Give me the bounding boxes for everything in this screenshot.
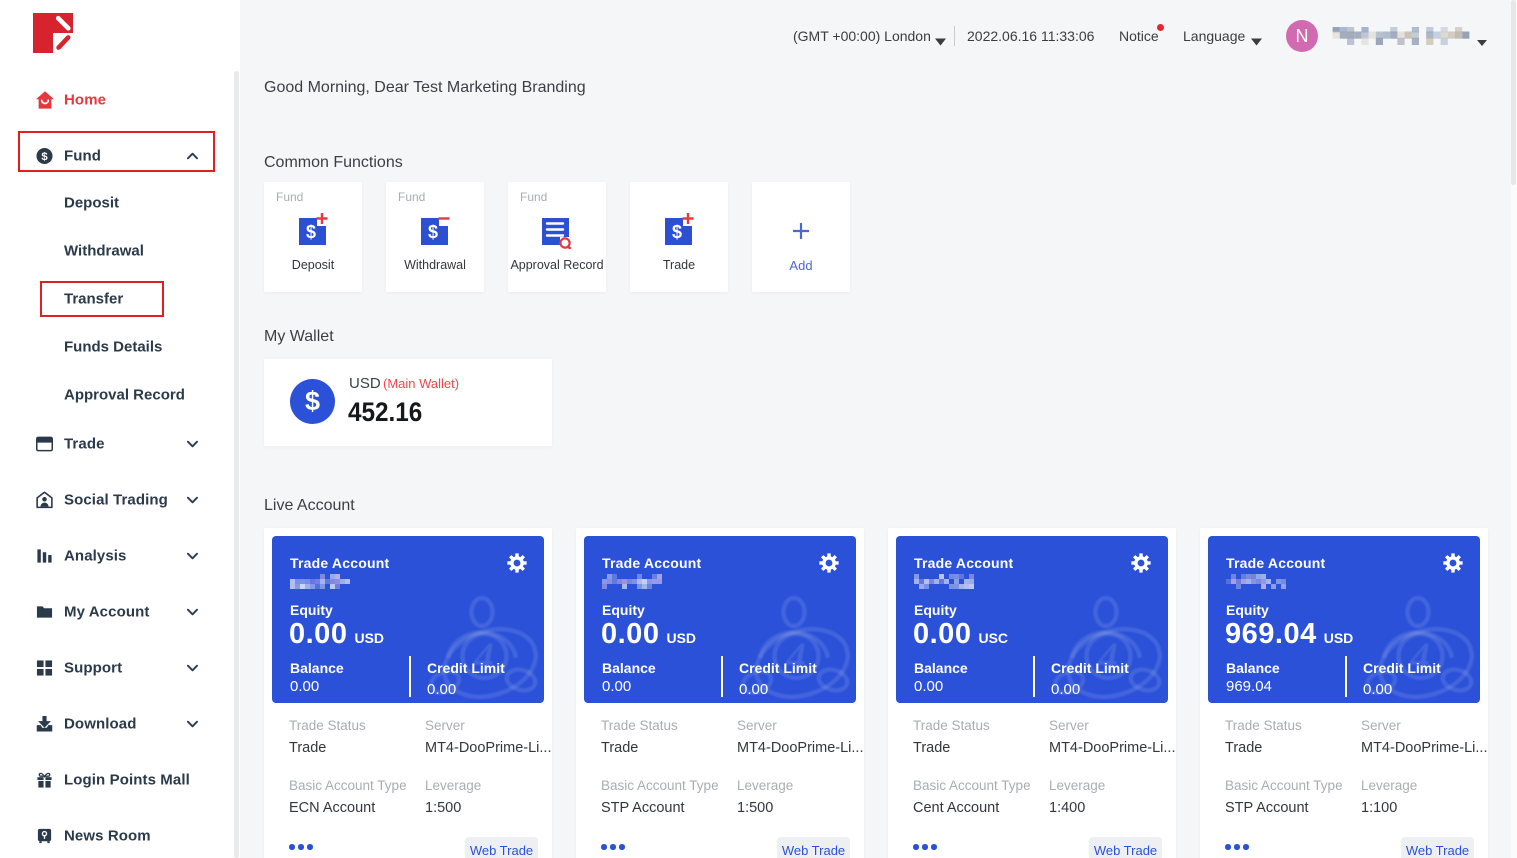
svg-text:$: $ <box>41 151 48 163</box>
svg-text:$: $ <box>428 222 438 242</box>
svg-text:$: $ <box>306 222 316 242</box>
svg-text:$: $ <box>672 222 682 242</box>
